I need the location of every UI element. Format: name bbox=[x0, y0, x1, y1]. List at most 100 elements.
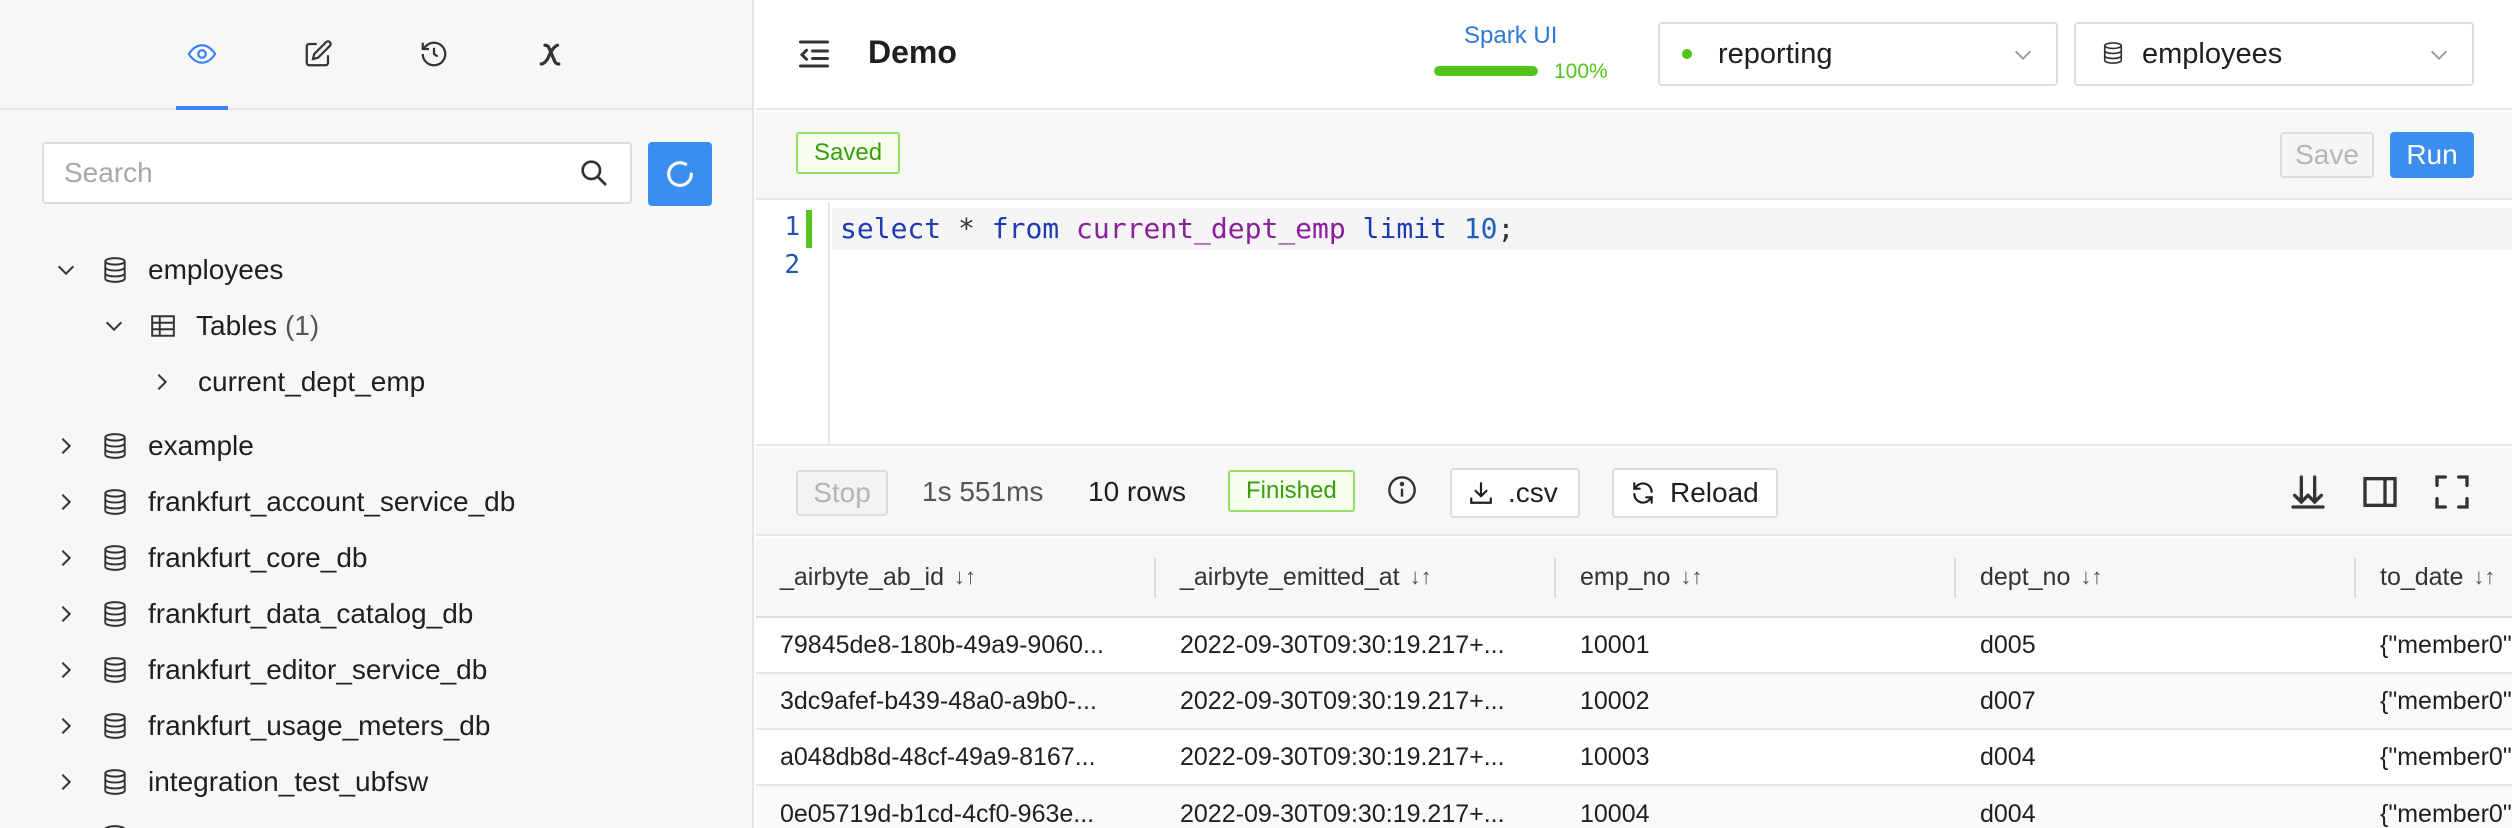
row-count: 10 rows bbox=[1088, 476, 1187, 507]
chevron-down-icon[interactable] bbox=[100, 312, 128, 340]
table-cell[interactable]: {"member0" bbox=[2380, 674, 2512, 728]
sort-icon[interactable]: ↓↑ bbox=[954, 564, 976, 590]
reload-button[interactable]: Reload bbox=[1612, 468, 1778, 518]
code-editor[interactable]: 1 2 select * from current_dept_emp limit… bbox=[756, 202, 2512, 446]
code-line[interactable]: select * from current_dept_emp limit 10; bbox=[840, 212, 1514, 245]
scroll-to-bottom-icon[interactable] bbox=[2288, 472, 2328, 512]
tree-item-frankfurt-usage-meters-db[interactable]: frankfurt_usage_meters_db bbox=[52, 702, 490, 750]
database-icon bbox=[102, 655, 128, 685]
database-select[interactable]: employees bbox=[2074, 22, 2474, 86]
tab-variables[interactable] bbox=[524, 28, 576, 80]
table-row[interactable]: a048db8d-48cf-49a9-8167... 2022-09-30T09… bbox=[756, 730, 2512, 786]
search-box bbox=[42, 142, 632, 204]
chevron-down-icon[interactable] bbox=[52, 256, 80, 284]
table-cell[interactable]: 2022-09-30T09:30:19.217+... bbox=[1180, 674, 1550, 728]
column-header[interactable]: emp_no ↓↑ bbox=[1580, 538, 1702, 616]
tab-history[interactable] bbox=[408, 28, 460, 80]
run-button[interactable]: Run bbox=[2390, 132, 2474, 178]
table-row[interactable]: 0e05719d-b1cd-4cf0-963e... 2022-09-30T09… bbox=[756, 786, 2512, 828]
chevron-right-icon[interactable] bbox=[52, 656, 80, 684]
tab-explorer[interactable] bbox=[176, 28, 228, 80]
table-cell[interactable]: d007 bbox=[1980, 674, 2350, 728]
modified-line-marker bbox=[806, 210, 812, 248]
sort-icon[interactable]: ↓↑ bbox=[2473, 564, 2495, 590]
stop-button[interactable]: Stop bbox=[796, 470, 888, 516]
line-number: 1 bbox=[784, 212, 800, 242]
chevron-right-icon[interactable] bbox=[148, 368, 176, 396]
sidebar: employees Tables (1) current_dept_emp ex… bbox=[0, 0, 754, 828]
variable-icon bbox=[539, 43, 561, 66]
info-icon[interactable] bbox=[1386, 474, 1418, 506]
tree-item-frankfurt-account-service-db[interactable]: frankfurt_account_service_db bbox=[52, 478, 515, 526]
split-panel-icon[interactable] bbox=[2360, 472, 2400, 512]
tree-item-integration-test-ubfsw[interactable]: integration_test_ubfsw bbox=[52, 758, 428, 806]
table-cell[interactable]: 10004 bbox=[1580, 786, 1950, 828]
chevron-right-icon[interactable] bbox=[52, 432, 80, 460]
sidebar-tabs bbox=[0, 0, 752, 110]
tree-item-employees[interactable]: employees bbox=[52, 246, 283, 294]
cluster-select[interactable]: reporting bbox=[1658, 22, 2058, 86]
tree-item-current-dept-emp[interactable]: current_dept_emp bbox=[148, 358, 425, 406]
column-header[interactable]: to_date ↓↑ bbox=[2380, 538, 2495, 616]
chevron-right-icon[interactable] bbox=[52, 824, 80, 828]
search-icon[interactable] bbox=[578, 157, 610, 189]
table-cell[interactable]: {"member0" bbox=[2380, 786, 2512, 828]
tree-item-frankfurt-core-db[interactable]: frankfurt_core_db bbox=[52, 534, 367, 582]
column-divider[interactable] bbox=[1554, 558, 1556, 598]
chevron-right-icon[interactable] bbox=[52, 544, 80, 572]
tree-item-example[interactable]: example bbox=[52, 422, 254, 470]
chevron-right-icon[interactable] bbox=[52, 488, 80, 516]
results-toolbar: Stop 1s 551ms 10 rows Finished .csv Relo… bbox=[756, 448, 2512, 536]
table-cell[interactable]: d004 bbox=[1980, 730, 2350, 784]
spark-ui-link[interactable]: Spark UI bbox=[1464, 22, 1557, 50]
sort-icon[interactable]: ↓↑ bbox=[1680, 564, 1702, 590]
download-csv-button[interactable]: .csv bbox=[1450, 468, 1580, 518]
chevron-down-icon bbox=[2431, 50, 2447, 60]
column-header[interactable]: dept_no ↓↑ bbox=[1980, 538, 2102, 616]
column-divider[interactable] bbox=[2354, 558, 2356, 598]
spark-progress-text: 100% bbox=[1554, 60, 1608, 83]
chevron-right-icon[interactable] bbox=[52, 712, 80, 740]
column-header[interactable]: _airbyte_ab_id ↓↑ bbox=[780, 538, 976, 616]
table-row[interactable]: 79845de8-180b-49a9-9060... 2022-09-30T09… bbox=[756, 618, 2512, 674]
column-divider[interactable] bbox=[1154, 558, 1156, 598]
code-token: select bbox=[840, 212, 942, 245]
table-cell[interactable]: 2022-09-30T09:30:19.217+... bbox=[1180, 618, 1550, 672]
chevron-right-icon[interactable] bbox=[52, 768, 80, 796]
reload-label: Reload bbox=[1670, 477, 1759, 508]
database-icon bbox=[102, 487, 128, 517]
table-cell[interactable]: 10003 bbox=[1580, 730, 1950, 784]
fullscreen-icon[interactable] bbox=[2432, 472, 2472, 512]
tree-item-frankfurt-data-catalog-db[interactable]: frankfurt_data_catalog_db bbox=[52, 590, 473, 638]
save-button[interactable]: Save bbox=[2280, 132, 2374, 178]
history-icon bbox=[421, 41, 447, 67]
refresh-button[interactable] bbox=[648, 142, 712, 206]
tree-item-frankfurt-editor-service-db[interactable]: frankfurt_editor_service_db bbox=[52, 646, 487, 694]
table-row[interactable]: 3dc9afef-b439-48a0-a9b0-... 2022-09-30T0… bbox=[756, 674, 2512, 730]
column-divider[interactable] bbox=[1954, 558, 1956, 598]
table-cell[interactable]: 10001 bbox=[1580, 618, 1950, 672]
chevron-right-icon[interactable] bbox=[52, 600, 80, 628]
status-dot bbox=[1682, 49, 1692, 59]
active-tab-indicator bbox=[176, 106, 228, 110]
tab-editor[interactable] bbox=[292, 28, 344, 80]
collapse-sidebar-icon[interactable] bbox=[796, 36, 832, 72]
table-cell[interactable]: 2022-09-30T09:30:19.217+... bbox=[1180, 786, 1550, 828]
table-cell[interactable]: 3dc9afef-b439-48a0-a9b0-... bbox=[780, 674, 1150, 728]
editor-header: Demo Spark UI 100% reporting employees bbox=[756, 0, 2512, 110]
tree-item-tables[interactable]: Tables (1) bbox=[100, 302, 319, 350]
table-cell[interactable]: 0e05719d-b1cd-4cf0-963e... bbox=[780, 786, 1150, 828]
column-header[interactable]: _airbyte_emitted_at ↓↑ bbox=[1180, 538, 1432, 616]
table-cell[interactable]: 2022-09-30T09:30:19.217+... bbox=[1180, 730, 1550, 784]
table-cell[interactable]: a048db8d-48cf-49a9-8167... bbox=[780, 730, 1150, 784]
sort-icon[interactable]: ↓↑ bbox=[2080, 564, 2102, 590]
table-cell[interactable]: {"member0" bbox=[2380, 618, 2512, 672]
table-cell[interactable]: d004 bbox=[1980, 786, 2350, 828]
table-cell[interactable]: {"member0" bbox=[2380, 730, 2512, 784]
table-cell[interactable]: 10002 bbox=[1580, 674, 1950, 728]
database-icon bbox=[102, 543, 128, 573]
search-input[interactable] bbox=[64, 144, 564, 202]
table-cell[interactable]: 79845de8-180b-49a9-9060... bbox=[780, 618, 1150, 672]
table-cell[interactable]: d005 bbox=[1980, 618, 2350, 672]
sort-icon[interactable]: ↓↑ bbox=[1410, 564, 1432, 590]
